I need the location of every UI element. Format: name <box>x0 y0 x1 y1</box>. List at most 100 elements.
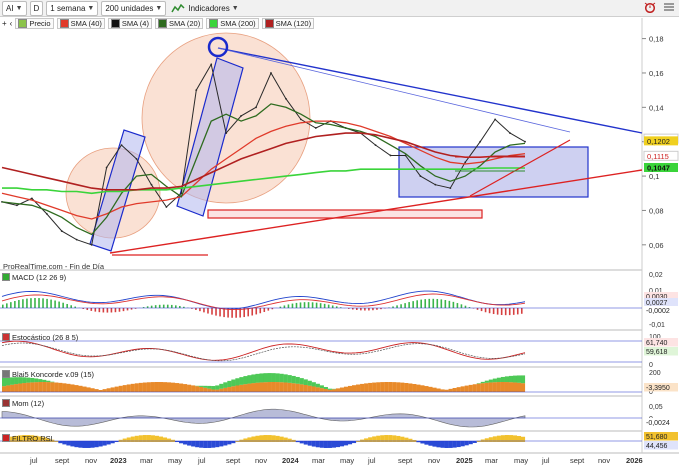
koncorde-title[interactable]: Blai5 Koncorde v.09 (15) <box>2 369 94 379</box>
koncorde-orange-bar <box>271 382 276 392</box>
macd-histogram-bar <box>66 303 68 308</box>
koncorde-orange-bar <box>118 385 123 392</box>
macd-histogram-bar <box>368 308 370 311</box>
source-note: ProRealTime.com - Fin de Día <box>3 262 105 271</box>
koncorde-orange-bar <box>162 382 168 392</box>
price-tick-label: 0,1 <box>649 172 659 181</box>
data-point-precio <box>195 89 198 92</box>
data-point-precio <box>45 212 48 215</box>
rsi-filter-bar <box>62 441 67 445</box>
indicator-panels: 0,020,010-0,010,00300,0027-0,0002100061,… <box>0 272 678 451</box>
macd-histogram-bar <box>199 308 201 312</box>
macd-title-label: MACD (12 26 9) <box>12 272 67 282</box>
koncorde-orange-bar <box>86 387 91 392</box>
koncorde-orange-bar <box>215 389 220 392</box>
koncorde-green-bar <box>307 380 312 386</box>
koncorde-orange-bar <box>58 382 63 392</box>
stoch-tick-label: 0 <box>649 362 653 369</box>
data-point-precio <box>90 243 93 246</box>
stoch-title[interactable]: Estocástico (26 8 5) <box>2 332 78 342</box>
macd-histogram-bar <box>287 304 290 308</box>
data-point-precio <box>494 118 497 121</box>
koncorde-orange-bar <box>46 382 51 392</box>
koncorde-orange-bar <box>2 386 7 392</box>
x-axis-label: sept <box>226 456 241 465</box>
macd-histogram-bar <box>500 308 503 316</box>
macd-histogram-bar <box>492 308 495 315</box>
x-axis-label: mar <box>312 456 325 465</box>
price-tick-label: 0,08 <box>649 206 664 215</box>
macd-histogram-bar <box>118 308 121 312</box>
macd-histogram-bar <box>444 300 447 308</box>
rsi-filter-bar <box>183 441 188 445</box>
macd-histogram-bar <box>400 304 402 308</box>
macd-title[interactable]: MACD (12 26 9) <box>2 272 66 282</box>
koncorde-orange-bar <box>227 387 232 392</box>
data-point-precio <box>285 97 287 100</box>
koncorde-orange-bar <box>154 382 159 392</box>
rsi-filter-bar <box>227 441 232 445</box>
macd-histogram-bar <box>50 299 52 308</box>
koncorde-orange-bar <box>110 387 115 392</box>
macd-histogram-bar <box>307 302 310 308</box>
koncorde-orange-bar <box>191 385 196 392</box>
rsi-filter-bar <box>339 441 345 447</box>
x-axis-label: may <box>514 456 529 465</box>
x-axis-label: 2026 <box>626 456 643 465</box>
mom-title[interactable]: Mom (12) <box>2 398 44 408</box>
koncorde-green-bar <box>520 375 526 384</box>
koncorde-orange-bar <box>74 385 79 392</box>
rsi-filter-bar <box>203 441 208 448</box>
macd-histogram-bar <box>18 300 20 308</box>
data-point-precio <box>105 166 108 169</box>
koncorde-orange-bar <box>243 384 248 392</box>
x-axis-label: nov <box>598 456 611 465</box>
koncorde-orange-bar <box>170 382 176 392</box>
koncorde-green-bar <box>283 374 288 383</box>
koncorde-green-bar <box>480 381 485 384</box>
rsi-title[interactable]: FILTRO RSI <box>2 433 53 443</box>
macd-histogram-bar <box>428 298 431 308</box>
macd-histogram-bar <box>267 308 270 311</box>
koncorde-orange-bar <box>82 386 87 392</box>
koncorde-green-bar <box>223 382 228 388</box>
rsi-filter-bar <box>187 441 192 446</box>
koncorde-orange-bar <box>6 385 11 392</box>
rsi-filter-bar <box>243 438 248 442</box>
koncorde-green-bar <box>211 386 216 390</box>
koncorde-green-bar <box>287 375 292 383</box>
rsi-filter-bar <box>464 441 469 446</box>
data-point-precio <box>464 161 467 164</box>
macd-histogram-bar <box>319 303 322 308</box>
koncorde-orange-bar <box>480 383 485 392</box>
macd-histogram-bar <box>114 308 117 313</box>
rsi-filter-bar <box>207 441 212 448</box>
koncorde-orange-bar <box>492 382 497 392</box>
koncorde-orange-bar <box>323 389 328 392</box>
macd-histogram-bar <box>98 308 101 313</box>
x-axis-label: 2024 <box>282 456 299 465</box>
mom-badge-label: -0,0024 <box>646 420 670 427</box>
price-tick-label: 0,18 <box>649 35 664 44</box>
koncorde-green-bar <box>327 388 332 390</box>
rsi-filter-bar <box>231 441 236 444</box>
macd-histogram-bar <box>30 298 32 308</box>
koncorde-orange-bar <box>343 386 349 392</box>
macd-histogram-bar <box>440 299 443 308</box>
rsi-filter-bar <box>311 441 316 447</box>
x-axis-label: jul <box>368 456 376 465</box>
macd-histogram-bar <box>170 304 173 308</box>
macd-histogram-bar <box>86 308 89 311</box>
rsi-filter-bar <box>195 441 200 448</box>
price-tick-label: 0,06 <box>649 241 664 250</box>
macd-histogram-bar <box>516 308 519 315</box>
macd-histogram-bar <box>70 305 72 308</box>
koncorde-orange-bar <box>420 385 425 392</box>
rsi-filter-bar <box>122 438 127 442</box>
macd-histogram-bar <box>211 308 213 315</box>
koncorde-green-bar <box>516 375 522 383</box>
rsi-filter-bar <box>166 438 172 442</box>
koncorde-green-bar <box>492 378 497 383</box>
koncorde-orange-bar <box>42 382 47 392</box>
price-chart[interactable]: 0,180,160,140,120,10,080,060,12120,12020… <box>0 0 679 466</box>
